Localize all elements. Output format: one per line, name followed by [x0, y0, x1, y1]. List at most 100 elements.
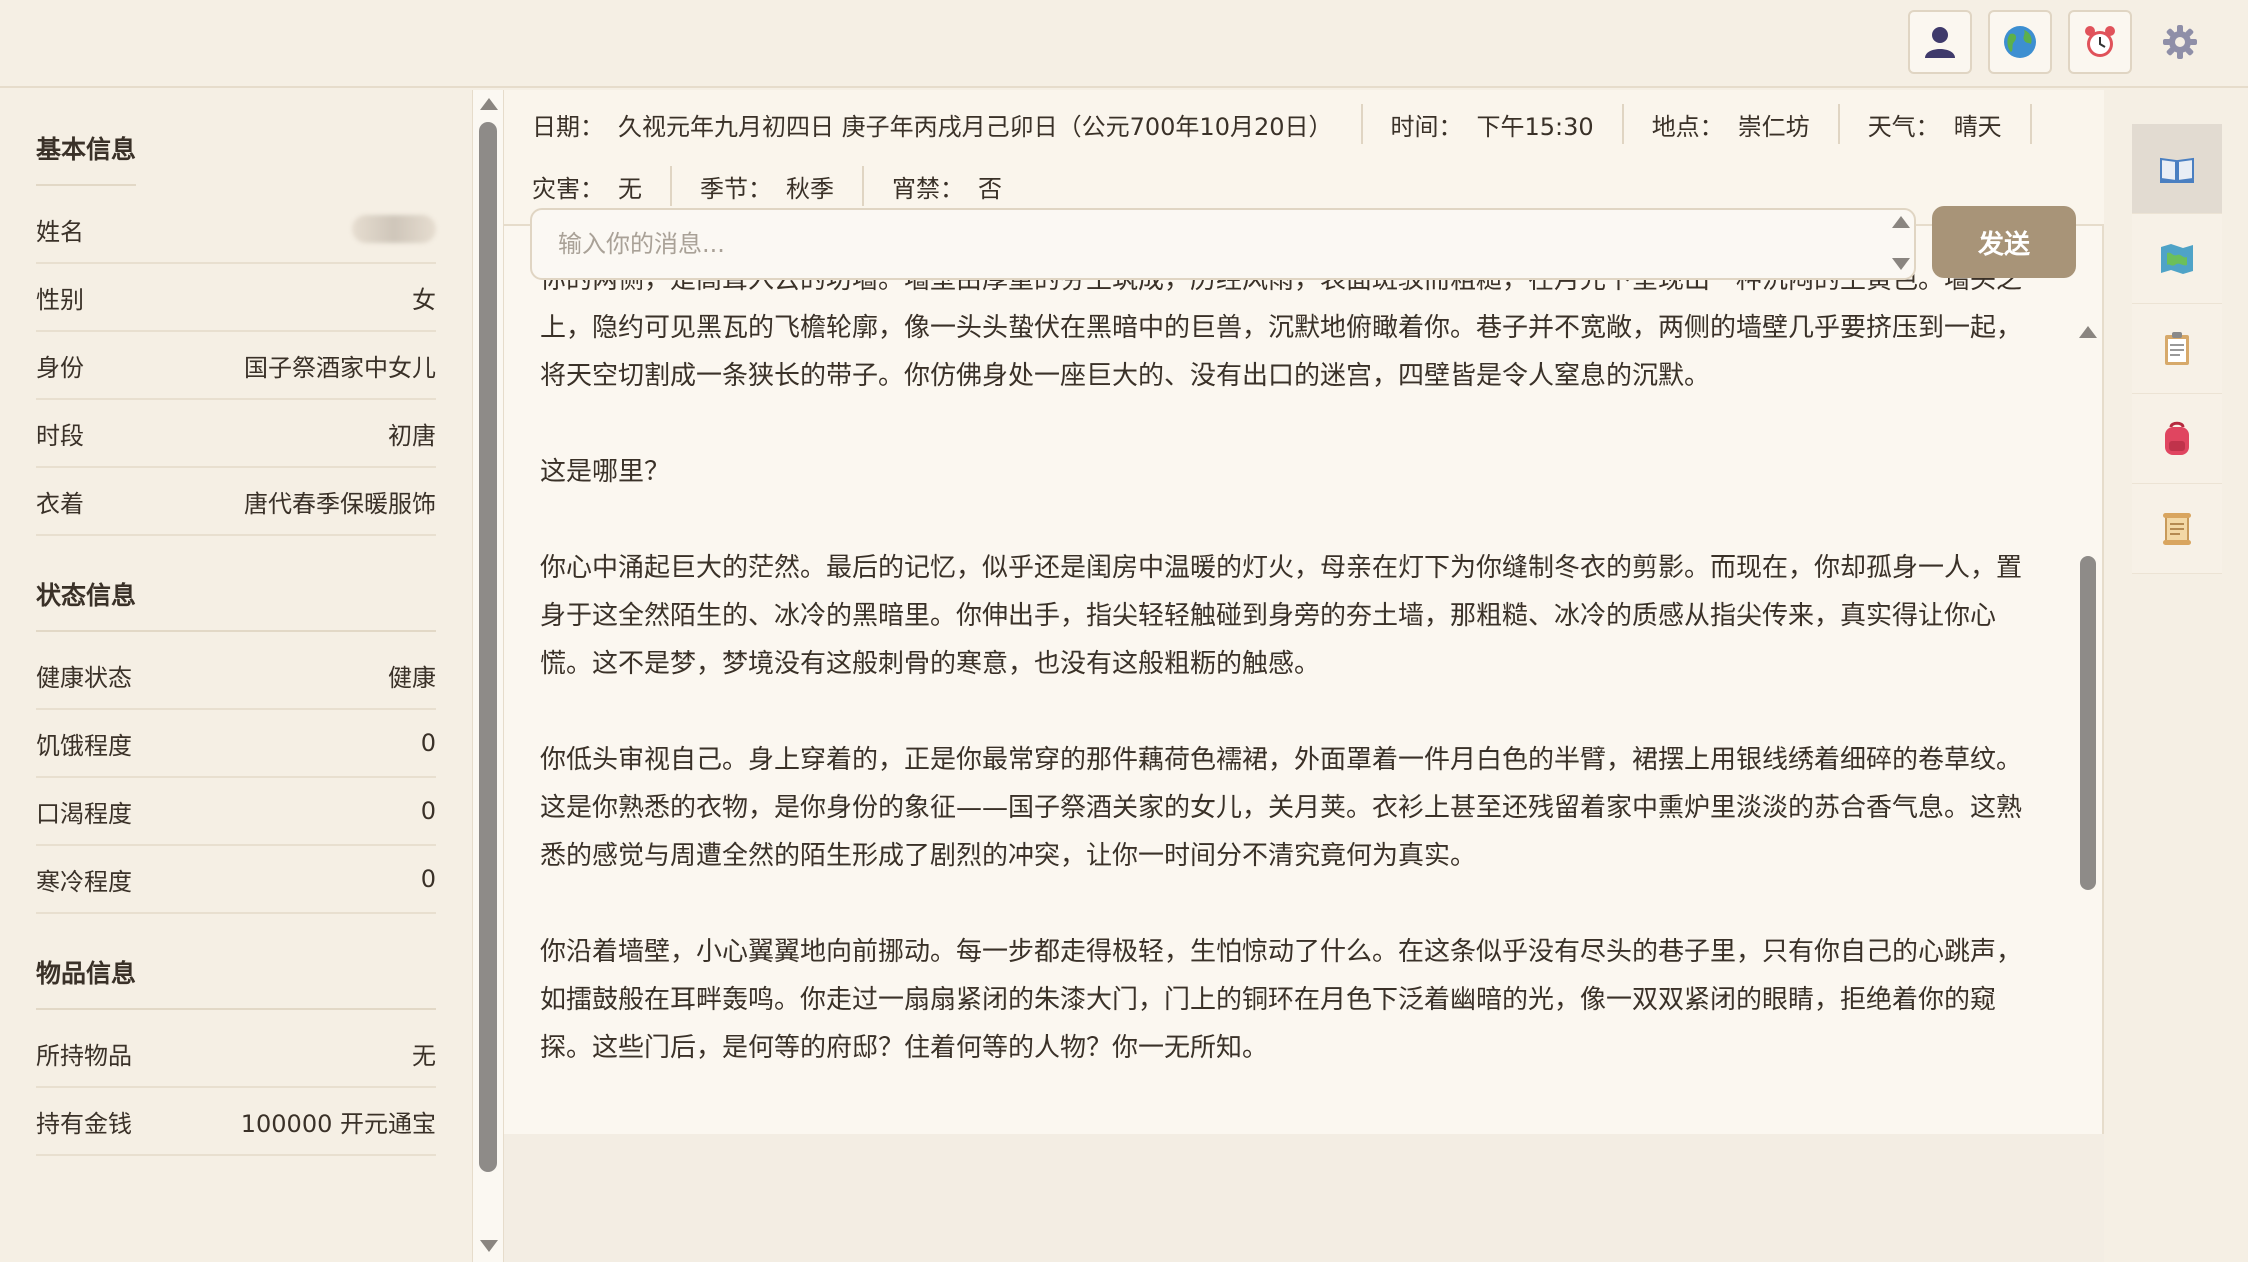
- row-label: 持有金钱: [36, 1109, 132, 1138]
- info-row-name: 姓名: [36, 196, 436, 264]
- right-tool-rail: [2132, 124, 2222, 574]
- row-value: 女: [412, 285, 436, 314]
- basic-info-list: 姓名 性别 女 身份 国子祭酒家中女儿 时段 初唐 衣着 唐代春季保暖服饰: [36, 196, 436, 536]
- info-line-1: 日期： 久视元年九月初四日 庚子年丙戌月己卯日（公元700年10月20日） 时间…: [532, 104, 2060, 144]
- season-info: 季节： 秋季: [700, 166, 864, 206]
- items-row-belongings: 所持物品 无: [36, 1020, 436, 1088]
- season-label: 季节：: [700, 174, 772, 203]
- status-row-thirst: 口渴程度 0: [36, 778, 436, 846]
- clipboard-icon: [2165, 331, 2189, 365]
- world-info-bar: 日期： 久视元年九月初四日 庚子年丙戌月己卯日（公元700年10月20日） 时间…: [504, 90, 2104, 226]
- row-value: 初唐: [388, 421, 436, 450]
- curfew-label: 宵禁：: [892, 174, 964, 203]
- date-value: 久视元年九月初四日 庚子年丙戌月己卯日（公元700年10月20日）: [618, 112, 1333, 141]
- row-label: 健康状态: [36, 663, 132, 692]
- input-scroll-up-icon[interactable]: [1892, 216, 1910, 228]
- settings-button[interactable]: [2148, 10, 2212, 74]
- top-toolbar: [1908, 10, 2212, 74]
- story-paragraph: 你心中涌起巨大的茫然。最后的记忆，似乎还是闺房中温暖的灯火，母亲在灯下为你缝制冬…: [540, 553, 2023, 679]
- row-value: 健康: [388, 663, 436, 692]
- info-row-identity: 身份 国子祭酒家中女儿: [36, 332, 436, 400]
- curfew-value: 否: [978, 174, 1002, 203]
- disaster-label: 灾害：: [532, 174, 604, 203]
- story-paragraph: 你低头审视自己。身上穿着的，正是你最常穿的那件藕荷色襦裙，外面罩着一件月白色的半…: [540, 745, 2023, 871]
- weather-value: 晴天: [1953, 112, 2002, 141]
- message-input[interactable]: [530, 208, 1916, 280]
- status-info-list: 健康状态 健康 饥饿程度 0 口渴程度 0 寒冷程度 0: [36, 642, 436, 914]
- disaster-info: 灾害： 无: [532, 166, 672, 206]
- backpack-icon: [2165, 421, 2189, 455]
- input-scroll-down-icon[interactable]: [1892, 258, 1910, 270]
- open-book-icon: [2160, 157, 2194, 183]
- row-value: 0: [420, 865, 436, 893]
- place-label: 地点：: [1651, 112, 1724, 141]
- gear-icon: [2163, 25, 2197, 59]
- scroll-records-button[interactable]: [2132, 484, 2222, 574]
- row-value: 唐代春季保暖服饰: [244, 489, 436, 518]
- status-row-cold: 寒冷程度 0: [36, 846, 436, 914]
- row-label: 所持物品: [36, 1041, 132, 1070]
- row-label: 性别: [36, 285, 84, 314]
- disaster-value: 无: [618, 174, 642, 203]
- row-label: 衣着: [36, 489, 84, 518]
- status-row-health: 健康状态 健康: [36, 642, 436, 710]
- season-value: 秋季: [786, 174, 834, 203]
- task-list-button[interactable]: [2132, 304, 2222, 394]
- scrollbar-thumb[interactable]: [479, 122, 497, 1172]
- story-paragraph: 这是哪里？: [540, 457, 671, 487]
- weather-info: 天气： 晴天: [1868, 104, 2032, 144]
- story-panel: 日期： 久视元年九月初四日 庚子年丙戌月己卯日（公元700年10月20日） 时间…: [504, 90, 2104, 1262]
- row-value: 国子祭酒家中女儿: [244, 353, 436, 382]
- alarm-button[interactable]: [2068, 10, 2132, 74]
- weather-label: 天气：: [1867, 112, 1940, 141]
- row-label: 时段: [36, 421, 84, 450]
- story-scrollbar[interactable]: [2072, 226, 2104, 1224]
- world-button[interactable]: [1988, 10, 2052, 74]
- info-row-period: 时段 初唐: [36, 400, 436, 468]
- scroll-down-arrow-icon[interactable]: [480, 1240, 498, 1252]
- row-value: 100000 开元通宝: [240, 1109, 436, 1138]
- date-label: 日期：: [532, 112, 604, 141]
- send-button[interactable]: 发送: [1932, 206, 2076, 278]
- row-label: 饥饿程度: [36, 731, 132, 760]
- info-line-2: 灾害： 无 季节： 秋季 宵禁： 否: [532, 166, 1058, 206]
- story-book-button[interactable]: [2132, 124, 2222, 214]
- row-label: 口渴程度: [36, 799, 132, 828]
- profile-button[interactable]: [1908, 10, 1972, 74]
- row-label: 姓名: [36, 217, 84, 246]
- row-value: 0: [420, 797, 436, 825]
- user-icon: [1925, 27, 1955, 58]
- scroll-up-arrow-icon[interactable]: [2079, 326, 2097, 338]
- map-button[interactable]: [2132, 214, 2222, 304]
- date-info: 日期： 久视元年九月初四日 庚子年丙戌月己卯日（公元700年10月20日）: [532, 104, 1363, 144]
- story-paragraph: 你沿着墙壁，小心翼翼地向前挪动。每一步都走得极轻，生怕惊动了什么。在这条似乎没有…: [540, 937, 2023, 1063]
- items-info-list: 所持物品 无 持有金钱 100000 开元通宝: [36, 1020, 436, 1156]
- row-label: 寒冷程度: [36, 867, 132, 896]
- globe-icon: [2004, 26, 2036, 58]
- time-label: 时间：: [1390, 112, 1463, 141]
- name-value-blurred: [352, 215, 436, 243]
- status-info-title: 状态信息: [36, 536, 436, 632]
- top-bar: [0, 0, 2248, 88]
- info-row-gender: 性别 女: [36, 264, 436, 332]
- place-value: 崇仁坊: [1737, 112, 1810, 141]
- row-value: 无: [412, 1041, 436, 1070]
- composer: [504, 1134, 2104, 1262]
- map-icon: [2161, 243, 2193, 274]
- sidebar-scrollbar[interactable]: [472, 90, 504, 1262]
- inventory-button[interactable]: [2132, 394, 2222, 484]
- basic-info-title: 基本信息: [36, 90, 137, 186]
- items-row-money: 持有金钱 100000 开元通宝: [36, 1088, 436, 1156]
- row-label: 身份: [36, 353, 84, 382]
- items-info-title: 物品信息: [36, 914, 436, 1010]
- row-value: 0: [420, 729, 436, 757]
- sidebar-content: 基本信息 姓名 性别 女 身份 国子祭酒家中女儿 时段 初唐 衣着 唐代春季保暖…: [36, 90, 436, 1156]
- scroll-up-arrow-icon[interactable]: [480, 98, 498, 110]
- info-row-clothing: 衣着 唐代春季保暖服饰: [36, 468, 436, 536]
- place-info: 地点： 崇仁坊: [1652, 104, 1840, 144]
- alarm-clock-icon: [2085, 26, 2115, 57]
- time-info: 时间： 下午15:30: [1391, 104, 1624, 144]
- status-row-hunger: 饥饿程度 0: [36, 710, 436, 778]
- scrollbar-thumb[interactable]: [2080, 556, 2096, 890]
- story-text: 你的两侧，是高耸入云的坊墙。墙壁由厚重的夯土筑成，历经风雨，表面斑驳而粗糙，在月…: [540, 256, 2040, 1216]
